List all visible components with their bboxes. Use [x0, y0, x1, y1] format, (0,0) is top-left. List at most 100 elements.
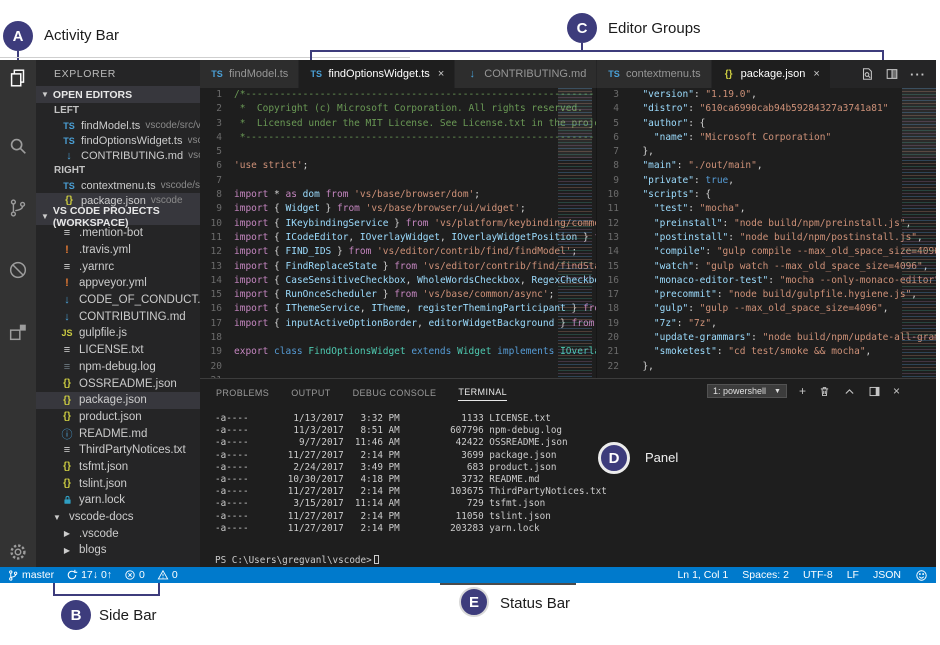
tree-item[interactable]: ⓘREADME.md: [36, 425, 200, 442]
status-branch[interactable]: master: [7, 569, 54, 582]
code-token: 'vs/base/browser/dom': [354, 188, 474, 202]
files-icon[interactable]: [4, 64, 32, 92]
file-name: .vscode: [79, 528, 119, 540]
open-editor-item[interactable]: TSfindModel.tsvscode/src/vs/...: [36, 118, 200, 133]
source-control-icon[interactable]: [4, 194, 32, 222]
editor-tab[interactable]: TScontextmenu.ts: [597, 60, 712, 88]
code-token: [631, 217, 654, 231]
code-token: RunOnceScheduler: [286, 288, 378, 302]
tab-label: package.json: [741, 68, 806, 80]
tree-item[interactable]: ▶blogs: [36, 542, 200, 559]
tree-item[interactable]: !appveyor.yml: [36, 275, 200, 292]
status-text: 17↓ 0↑: [81, 569, 112, 581]
editor-tab[interactable]: {}package.json×: [712, 60, 831, 88]
editor-tab[interactable]: TSfindOptionsWidget.ts×: [299, 60, 455, 88]
split-editor-icon[interactable]: [885, 67, 899, 81]
tree-item[interactable]: ≡LICENSE.txt: [36, 342, 200, 359]
status-smiley[interactable]: [915, 569, 928, 582]
tree-item[interactable]: ≡npm-debug.log: [36, 359, 200, 376]
open-editors-header[interactable]: ▼OPEN EDITORS: [36, 86, 200, 103]
terminal-output[interactable]: -a---- 1/13/2017 3:32 PM 1133 LICENSE.tx…: [215, 413, 607, 535]
code-token: "preinstall": [654, 217, 723, 231]
panel-tab-output[interactable]: OUTPUT: [291, 384, 330, 401]
terminal-prompt[interactable]: PS C:\Users\gregvanl\vscode>: [215, 555, 379, 566]
editor-tab[interactable]: TSfindModel.ts: [200, 60, 299, 88]
file-name: tsfmt.json: [79, 461, 128, 473]
tree-item[interactable]: ≡.yarnrc: [36, 258, 200, 275]
tree-item[interactable]: ↓CODE_OF_CONDUCT.md: [36, 292, 200, 309]
tree-item[interactable]: {}package.json: [36, 392, 200, 409]
code-token: {: [274, 202, 285, 216]
code-token: IThemeService: [286, 302, 360, 316]
tree-item[interactable]: ≡ThirdPartyNotices.txt: [36, 442, 200, 459]
status-json[interactable]: JSON: [873, 569, 901, 581]
file-path: vsco...: [188, 135, 201, 146]
code-token: ,: [417, 317, 428, 331]
code-token: ;: [474, 188, 480, 202]
code-token: FindReplaceState: [286, 260, 378, 274]
extensions-icon[interactable]: [4, 318, 32, 346]
open-editor-item[interactable]: TScontextmenu.tsvscode/src/...: [36, 178, 200, 193]
code-line: 19export class FindOptionsWidget extends…: [200, 345, 597, 359]
panel-tab-terminal[interactable]: TERMINAL: [458, 383, 507, 401]
close-icon[interactable]: ×: [813, 68, 819, 80]
open-editor-item[interactable]: TSfindOptionsWidget.tsvsco...: [36, 133, 200, 148]
tree-item[interactable]: {}tslint.json: [36, 475, 200, 492]
tree-item[interactable]: {}tsfmt.json: [36, 459, 200, 476]
maximize-panel-button[interactable]: [843, 385, 856, 398]
debug-icon[interactable]: [4, 256, 32, 284]
kill-terminal-button[interactable]: [818, 385, 831, 398]
code-line: 20 "update-grammars": "node build/npm/up…: [597, 331, 936, 345]
tree-item[interactable]: {}OSSREADME.json: [36, 375, 200, 392]
line-number: 16: [200, 302, 234, 316]
status-utf-8[interactable]: UTF-8: [803, 569, 833, 581]
open-preview-icon[interactable]: [860, 67, 874, 81]
status-lf[interactable]: LF: [847, 569, 859, 581]
list-file-icon: ≡: [60, 261, 74, 273]
line-number: 1: [200, 88, 234, 102]
editor-tab[interactable]: ↓CONTRIBUTING.md: [455, 60, 597, 88]
editor-group-1[interactable]: 1/*-------------------------------------…: [200, 88, 597, 378]
minimap[interactable]: [558, 88, 592, 378]
minimap[interactable]: [902, 88, 936, 378]
tree-item[interactable]: yarn.lock: [36, 492, 200, 509]
panel-tab-debug-console[interactable]: DEBUG CONSOLE: [353, 384, 437, 401]
tree-item[interactable]: !.travis.yml: [36, 242, 200, 259]
code-token: :: [728, 231, 739, 245]
tree-item[interactable]: JSgulpfile.js: [36, 325, 200, 342]
smiley-icon: [915, 569, 928, 582]
status-spaces-2[interactable]: Spaces: 2: [742, 569, 789, 581]
move-panel-button[interactable]: [868, 385, 881, 398]
close-icon[interactable]: ×: [438, 68, 444, 80]
code-token: WholeWordsCheckbox: [417, 274, 520, 288]
open-editor-item[interactable]: ↓CONTRIBUTING.mdvscode: [36, 148, 200, 163]
line-number: 8: [597, 159, 631, 173]
status-error[interactable]: 0: [124, 569, 145, 581]
workspace-header[interactable]: ▼VS CODE PROJECTS (WORKSPACE): [36, 208, 200, 225]
gear-icon[interactable]: [4, 538, 32, 566]
status-warning[interactable]: 0: [157, 569, 178, 581]
terminal-select[interactable]: 1: powershell▼: [707, 384, 787, 398]
close-panel-button[interactable]: ×: [893, 384, 900, 398]
file-name: npm-debug.log: [79, 361, 156, 373]
code-token: 'vs/base/browser/ui/widget': [366, 202, 520, 216]
annotation-e-label: Status Bar: [500, 595, 570, 612]
new-terminal-button[interactable]: +: [799, 384, 806, 398]
tab-label: contextmenu.ts: [626, 68, 701, 80]
status-ln-1-col-1[interactable]: Ln 1, Col 1: [677, 569, 728, 581]
more-actions-icon[interactable]: ···: [910, 67, 926, 82]
tree-item[interactable]: {}product.json: [36, 409, 200, 426]
code-token: from: [337, 202, 366, 216]
code-line: 6'use strict';: [200, 159, 597, 173]
tree-item[interactable]: ↓CONTRIBUTING.md: [36, 308, 200, 325]
ts-file-icon: TS: [62, 136, 76, 146]
editor-group-2[interactable]: 3 "version": "1.19.0",4 "distro": "610ca…: [597, 88, 936, 378]
tree-item[interactable]: ▼vscode-docs: [36, 509, 200, 526]
code-token: "node build/npm/preinstall.js": [734, 217, 906, 231]
status-sync[interactable]: 17↓ 0↑: [66, 569, 112, 581]
file-name: appveyor.yml: [79, 277, 147, 289]
tree-item[interactable]: ▶.vscode: [36, 525, 200, 542]
tab-label: findOptionsWidget.ts: [328, 68, 430, 80]
search-icon[interactable]: [4, 132, 32, 160]
panel-tab-problems[interactable]: PROBLEMS: [216, 384, 269, 401]
